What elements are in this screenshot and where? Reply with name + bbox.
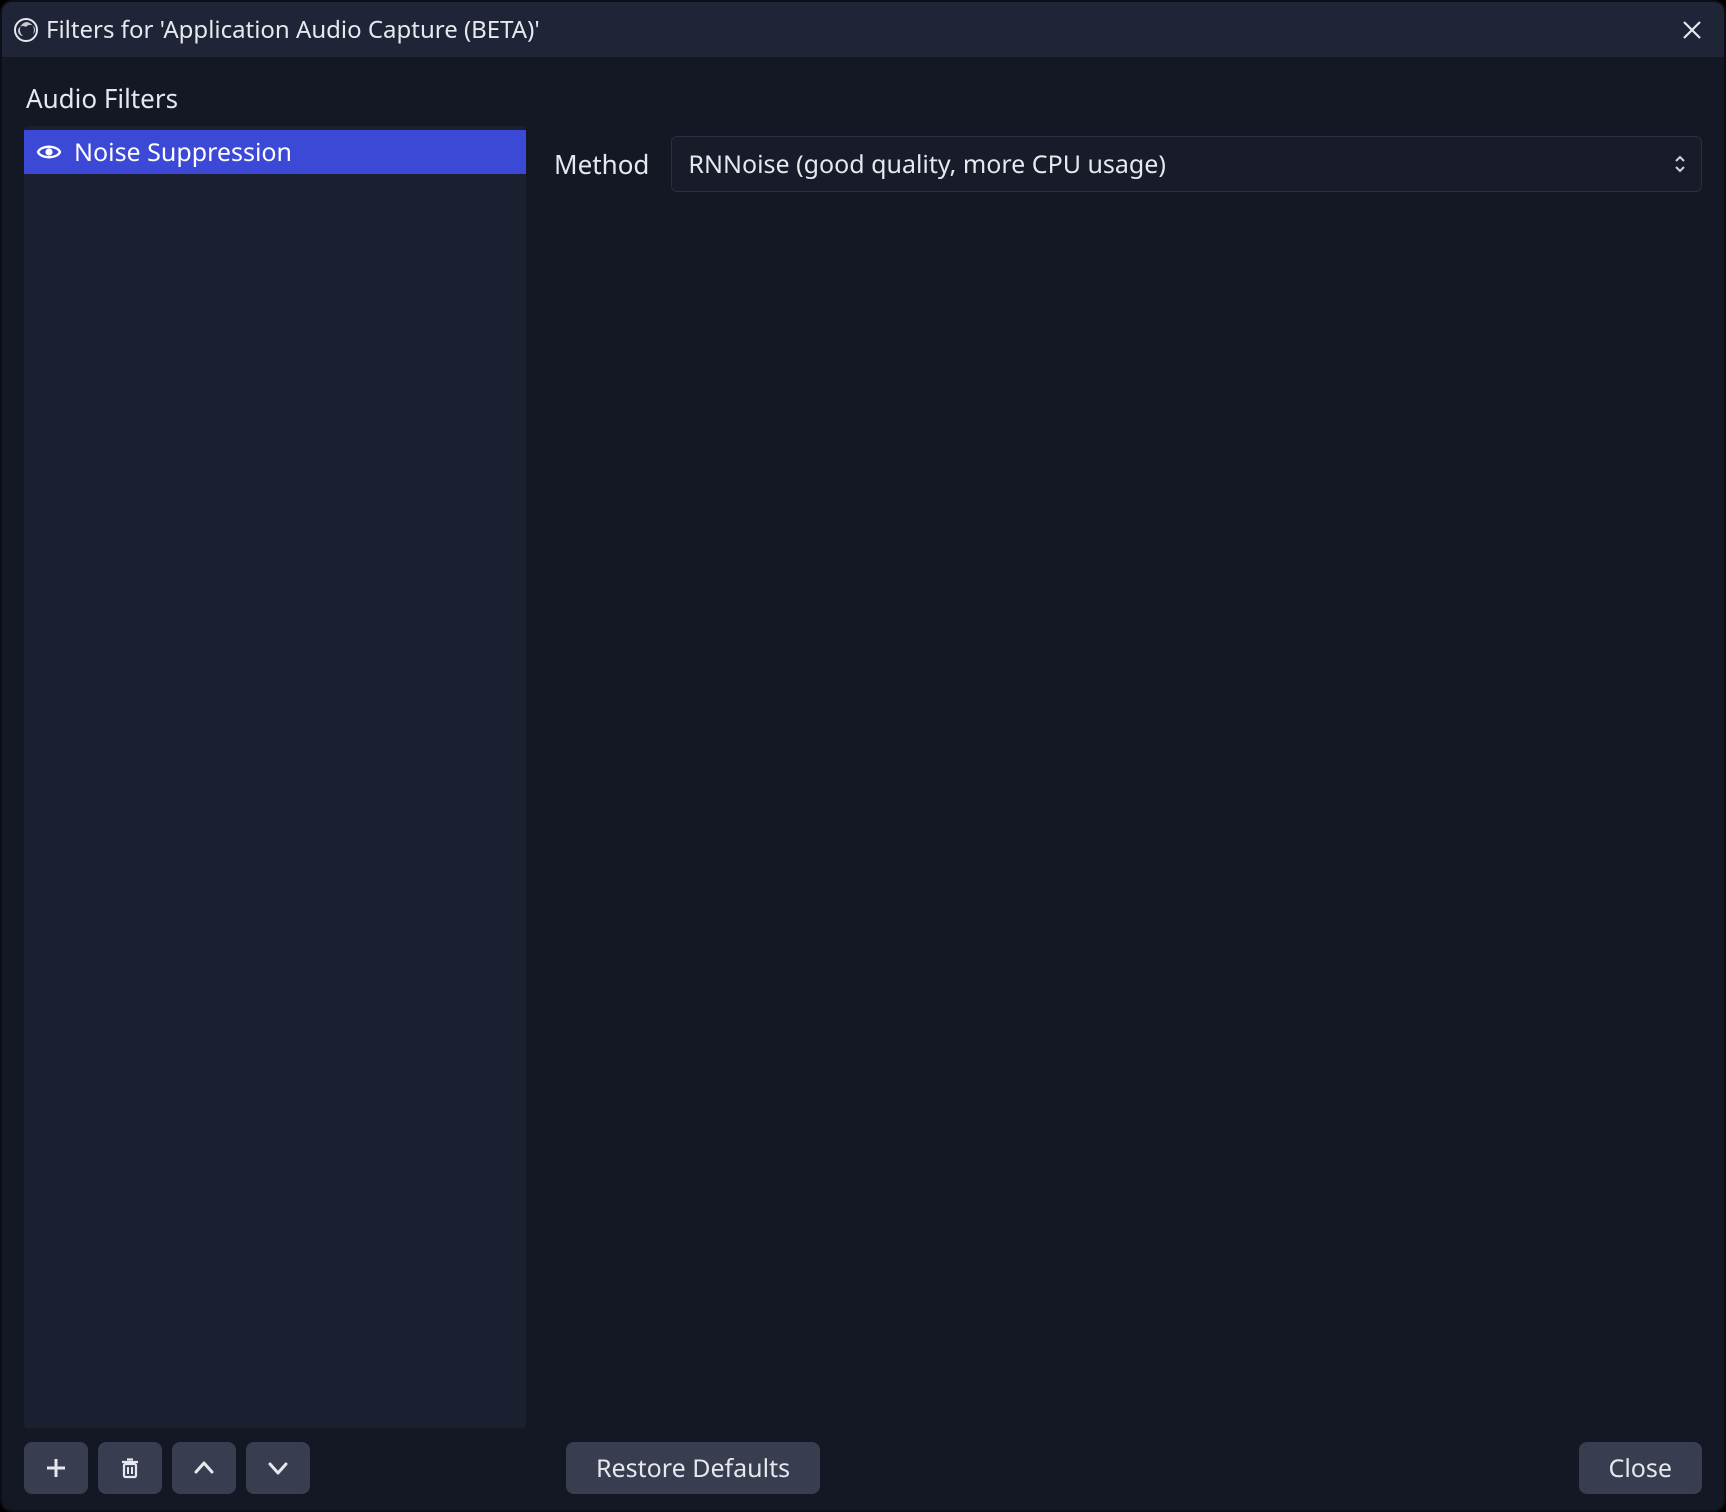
obs-logo-icon	[12, 16, 40, 44]
remove-filter-button[interactable]	[98, 1442, 162, 1494]
chevron-down-icon	[265, 1455, 291, 1481]
chevron-up-icon	[191, 1455, 217, 1481]
filter-item-label: Noise Suppression	[74, 135, 292, 169]
titlebar: Filters for 'Application Audio Capture (…	[2, 2, 1724, 58]
method-label: Method	[554, 146, 649, 182]
window-close-button[interactable]	[1674, 12, 1710, 48]
restore-defaults-label: Restore Defaults	[596, 1451, 790, 1485]
select-updown-icon	[1673, 155, 1687, 173]
move-filter-down-button[interactable]	[246, 1442, 310, 1494]
filter-properties-panel: Method RNNoise (good quality, more CPU u…	[554, 126, 1702, 1428]
main-row: Noise Suppression Method RNNoise (good q…	[24, 126, 1702, 1428]
bottom-bar: Restore Defaults Close	[24, 1428, 1702, 1494]
window-title: Filters for 'Application Audio Capture (…	[46, 13, 540, 46]
add-filter-button[interactable]	[24, 1442, 88, 1494]
close-button-label: Close	[1609, 1451, 1672, 1485]
visibility-toggle-icon[interactable]	[36, 139, 62, 165]
close-icon	[1681, 19, 1703, 41]
method-row: Method RNNoise (good quality, more CPU u…	[554, 136, 1702, 192]
method-select[interactable]: RNNoise (good quality, more CPU usage)	[671, 136, 1702, 192]
filter-list[interactable]: Noise Suppression	[24, 126, 526, 1428]
dialog-content: Audio Filters Noise Suppression	[2, 58, 1724, 1510]
method-select-value: RNNoise (good quality, more CPU usage)	[688, 147, 1165, 181]
close-button[interactable]: Close	[1579, 1442, 1702, 1494]
audio-filters-label: Audio Filters	[26, 80, 1702, 116]
plus-icon	[43, 1455, 69, 1481]
filter-item-noise-suppression[interactable]: Noise Suppression	[24, 130, 526, 174]
move-filter-up-button[interactable]	[172, 1442, 236, 1494]
trash-icon	[117, 1455, 143, 1481]
filters-dialog: Filters for 'Application Audio Capture (…	[0, 0, 1726, 1512]
restore-defaults-button[interactable]: Restore Defaults	[566, 1442, 820, 1494]
